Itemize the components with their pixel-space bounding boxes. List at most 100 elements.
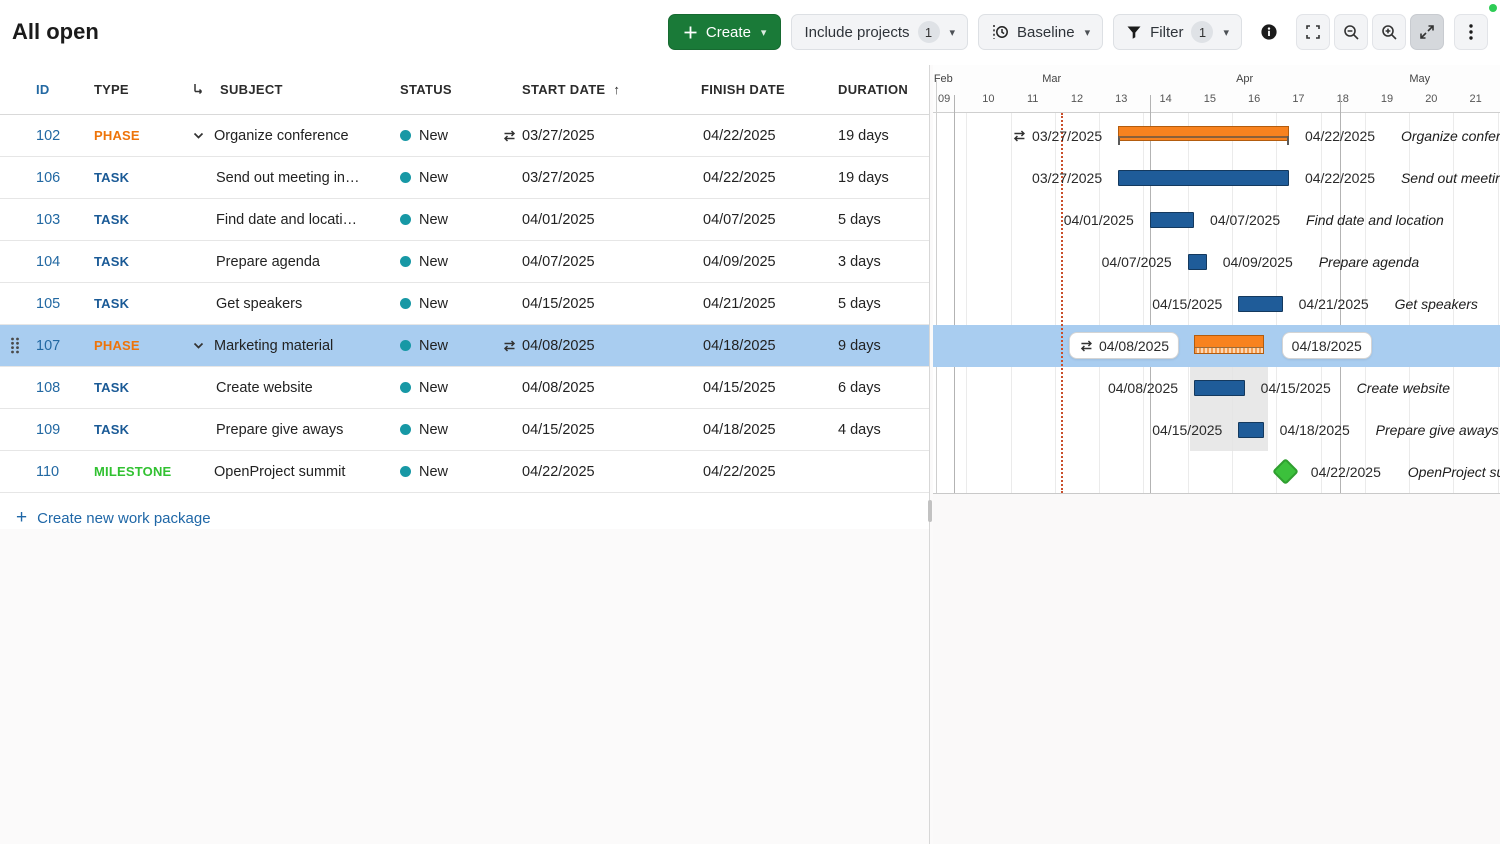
status-label[interactable]: New: [419, 212, 448, 228]
collapse-chevron-icon[interactable]: [192, 339, 214, 352]
table-row[interactable]: 108 TASK Create website New 04/08/2025 0…: [0, 367, 929, 409]
duration-cell[interactable]: 3 days: [828, 254, 929, 270]
task-bar[interactable]: [1150, 212, 1194, 228]
task-bar[interactable]: [1194, 380, 1245, 396]
table-row[interactable]: 104 TASK Prepare agenda New 04/07/2025 0…: [0, 241, 929, 283]
duration-cell[interactable]: 6 days: [828, 380, 929, 396]
gantt-timeline-header[interactable]: 09101112131415161718192021FebMarAprMay: [933, 65, 1500, 113]
duration-cell[interactable]: 5 days: [828, 296, 929, 312]
zoom-out-button[interactable]: [1334, 14, 1368, 50]
fullscreen-button[interactable]: [1296, 14, 1330, 50]
table-row[interactable]: 109 TASK Prepare give aways New 04/15/20…: [0, 409, 929, 451]
status-label[interactable]: New: [419, 380, 448, 396]
status-label[interactable]: New: [419, 170, 448, 186]
column-header-type[interactable]: TYPE: [94, 82, 192, 97]
gantt-month-line: [954, 95, 955, 493]
gantt-scrollbar-thumb[interactable]: [928, 500, 932, 522]
baseline-button[interactable]: Baseline ▾: [978, 14, 1103, 50]
start-date-cell[interactable]: 04/22/2025: [500, 464, 678, 480]
start-date-pill[interactable]: 04/08/2025: [1069, 332, 1179, 359]
filter-button[interactable]: Filter 1 ▾: [1113, 14, 1242, 50]
work-package-id-link[interactable]: 109: [30, 422, 94, 438]
finish-date-pill[interactable]: 04/18/2025: [1282, 332, 1372, 359]
work-package-id-link[interactable]: 108: [30, 380, 94, 396]
table-row[interactable]: 103 TASK Find date and locati… New 04/01…: [0, 199, 929, 241]
duration-cell[interactable]: 19 days: [828, 170, 929, 186]
work-package-subject[interactable]: Find date and locati…: [216, 212, 357, 228]
include-projects-button[interactable]: Include projects 1 ▾: [791, 14, 968, 50]
pane-splitter[interactable]: [929, 65, 930, 844]
start-date-value: 04/08/2025: [522, 380, 595, 396]
status-label[interactable]: New: [419, 296, 448, 312]
start-date-cell[interactable]: 04/15/2025: [500, 296, 678, 312]
work-package-subject[interactable]: Send out meeting in…: [216, 170, 359, 186]
collapse-chevron-icon[interactable]: [192, 129, 214, 142]
work-package-subject[interactable]: OpenProject summit: [214, 464, 345, 480]
table-row[interactable]: 107 PHASE Marketing material New 04/08/2…: [0, 325, 929, 367]
task-bar[interactable]: [1238, 296, 1282, 312]
start-date-cell[interactable]: 04/07/2025: [500, 254, 678, 270]
column-header-duration[interactable]: DURATION: [828, 82, 929, 97]
work-package-subject[interactable]: Organize conference: [214, 128, 349, 144]
work-package-subject[interactable]: Create website: [216, 380, 313, 396]
start-date-cell[interactable]: 04/01/2025: [500, 212, 678, 228]
status-label[interactable]: New: [419, 254, 448, 270]
duration-cell[interactable]: 19 days: [828, 128, 929, 144]
finish-date-cell[interactable]: 04/22/2025: [678, 170, 828, 186]
task-bar[interactable]: [1238, 422, 1263, 438]
duration-cell[interactable]: 5 days: [828, 212, 929, 228]
work-package-subject[interactable]: Get speakers: [216, 296, 302, 312]
create-button[interactable]: Create ▾: [668, 14, 782, 50]
column-header-status[interactable]: STATUS: [400, 82, 500, 97]
column-header-subject[interactable]: SUBJECT: [192, 82, 400, 97]
info-button[interactable]: [1252, 14, 1286, 50]
finish-date-cell[interactable]: 04/07/2025: [678, 212, 828, 228]
phase-bar[interactable]: [1194, 335, 1264, 354]
column-header-start-date[interactable]: START DATE ↑: [500, 82, 678, 97]
finish-date-cell[interactable]: 04/18/2025: [678, 422, 828, 438]
work-package-id-link[interactable]: 106: [30, 170, 94, 186]
table-row[interactable]: 106 TASK Send out meeting in… New 03/27/…: [0, 157, 929, 199]
status-label[interactable]: New: [419, 338, 448, 354]
task-bar[interactable]: [1188, 254, 1207, 270]
finish-date-cell[interactable]: 04/22/2025: [678, 128, 828, 144]
start-date-cell[interactable]: 04/15/2025: [500, 422, 678, 438]
finish-date-cell[interactable]: 04/21/2025: [678, 296, 828, 312]
work-package-id-link[interactable]: 104: [30, 254, 94, 270]
work-package-id-link[interactable]: 110: [30, 464, 94, 480]
start-date-cell[interactable]: 04/08/2025: [500, 338, 678, 354]
start-date-cell[interactable]: 03/27/2025: [500, 128, 678, 144]
status-label[interactable]: New: [419, 422, 448, 438]
status-dot: [400, 466, 411, 477]
task-bar[interactable]: [1118, 170, 1289, 186]
work-package-id-link[interactable]: 102: [30, 128, 94, 144]
column-header-id[interactable]: ID: [30, 82, 94, 97]
work-package-id-link[interactable]: 103: [30, 212, 94, 228]
phase-bar[interactable]: [1118, 126, 1289, 141]
work-package-id-link[interactable]: 107: [30, 338, 94, 354]
status-label[interactable]: New: [419, 128, 448, 144]
work-package-id-link[interactable]: 105: [30, 296, 94, 312]
work-package-subject[interactable]: Marketing material: [214, 338, 333, 354]
zoom-in-button[interactable]: [1372, 14, 1406, 50]
create-work-package-link[interactable]: + Create new work package: [0, 493, 929, 529]
table-row[interactable]: 102 PHASE Organize conference New 03/27/…: [0, 115, 929, 157]
start-date-cell[interactable]: 04/08/2025: [500, 380, 678, 396]
drag-handle-icon[interactable]: [10, 337, 20, 354]
finish-date-cell[interactable]: 04/15/2025: [678, 380, 828, 396]
table-row[interactable]: 110 MILESTONE OpenProject summit New 04/…: [0, 451, 929, 493]
more-menu-button[interactable]: [1454, 14, 1488, 50]
work-package-subject[interactable]: Prepare give aways: [216, 422, 343, 438]
finish-date-cell[interactable]: 04/09/2025: [678, 254, 828, 270]
start-date-cell[interactable]: 03/27/2025: [500, 170, 678, 186]
status-label[interactable]: New: [419, 464, 448, 480]
finish-date-cell[interactable]: 04/22/2025: [678, 464, 828, 480]
work-package-subject[interactable]: Prepare agenda: [216, 254, 320, 270]
zoom-auto-button[interactable]: [1410, 14, 1444, 50]
column-header-finish-date[interactable]: FINISH DATE: [678, 82, 828, 97]
gantt-module-page: All open Create ▾ Include projects 1 ▾ B…: [0, 0, 1500, 844]
duration-cell[interactable]: 9 days: [828, 338, 929, 354]
duration-cell[interactable]: 4 days: [828, 422, 929, 438]
table-row[interactable]: 105 TASK Get speakers New 04/15/2025 04/…: [0, 283, 929, 325]
finish-date-cell[interactable]: 04/18/2025: [678, 338, 828, 354]
